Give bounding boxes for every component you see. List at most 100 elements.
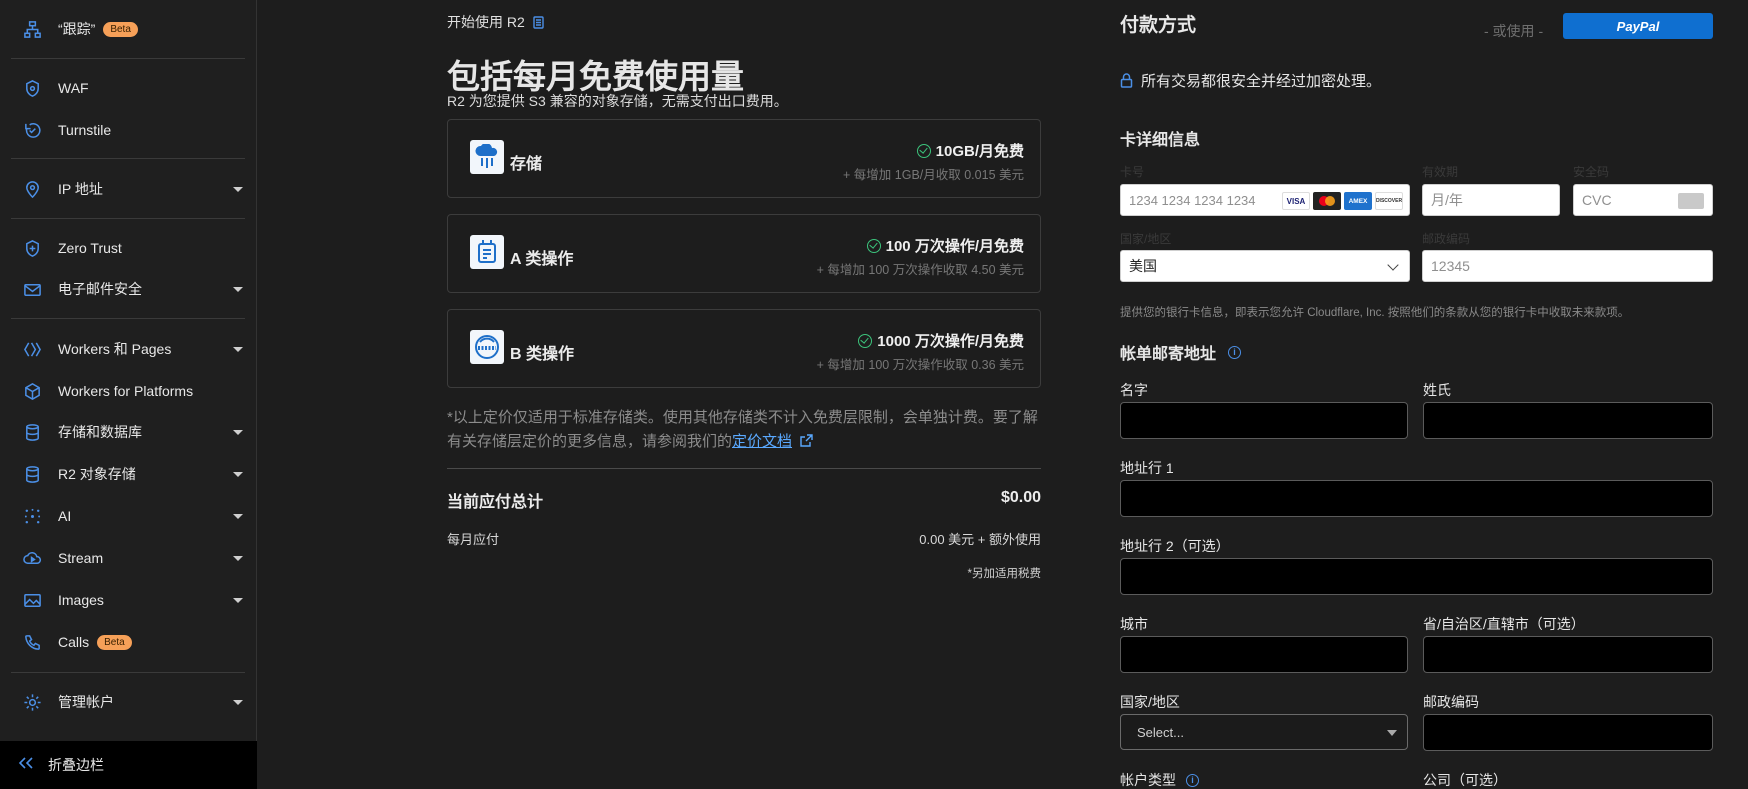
billing-country-select[interactable]: Select... [1120,714,1408,750]
sidebar-item-label: 管理帐户 [58,694,114,710]
card-number-placeholder: 1234 1234 1234 1234 [1129,192,1256,208]
collapse-sidebar-button[interactable]: 折叠边栏 [0,741,257,789]
billing-address-heading: 帐单邮寄地址 i [1120,340,1242,364]
phone-icon [22,632,42,652]
billing-country-value: Select... [1137,724,1184,740]
sidebar-item-label: Stream [58,550,104,566]
country-select[interactable]: 美国 [1120,250,1410,282]
plan-free-tier: 100 万次操作/月免费 [866,235,1024,256]
chevron-down-icon [233,598,243,603]
sidebar-item-ip-address[interactable]: IP 地址 [0,171,257,207]
first-name-input[interactable] [1120,402,1408,439]
check-circle-icon [916,143,931,158]
sidebar-divider [11,158,245,159]
sitemap-icon [22,19,42,39]
sidebar-item-ai[interactable]: AI [0,498,257,534]
database-icon [22,422,42,442]
info-icon[interactable]: i [1228,345,1242,359]
chevron-down-icon [233,287,243,292]
cvc-label: 安全码 [1573,165,1610,179]
sidebar-item-workers-pages[interactable]: Workers 和 Pages [0,331,257,367]
address2-label: 地址行 2（可选） [1120,538,1230,554]
shield-icon [22,78,42,98]
billing-postal-input[interactable] [1423,714,1713,751]
plan-free-text: 100 万次操作/月免费 [885,238,1024,255]
sidebar-divider [11,58,245,59]
card-details-heading: 卡详细信息 [1120,126,1200,150]
plan-free-text: 1000 万次操作/月免费 [877,333,1024,350]
plan-name: 存储 [510,156,543,173]
sidebar-item-turnstile[interactable]: Turnstile [0,112,257,148]
sidebar-item-stream[interactable]: Stream [0,540,257,576]
chevron-down-icon [233,556,243,561]
sidebar-item-manage-account[interactable]: 管理帐户 [0,684,257,720]
sidebar-item-images[interactable]: Images [0,582,257,618]
sidebar-item-calls[interactable]: Calls Beta [0,624,257,660]
sidebar: “跟踪” Beta WAF Turnstile IP 地址 Zero Trust… [0,0,257,789]
sidebar-item-label: R2 对象存储 [58,466,136,482]
beta-badge: Beta [97,634,132,650]
postal-label: 邮政编码 [1422,232,1471,246]
secure-text: 所有交易都很安全并经过加密处理。 [1141,73,1382,90]
paypal-button[interactable]: PayPal [1563,13,1713,39]
divider [447,468,1041,469]
sidebar-item-label: AI [58,508,72,524]
beta-badge: Beta [103,21,138,37]
payment-method-title: 付款方式 [1120,15,1197,36]
sidebar-item-r2[interactable]: R2 对象存储 [0,456,257,492]
postal-input[interactable]: 12345 [1422,250,1713,282]
country-value: 美国 [1129,258,1157,274]
amex-icon: AMEX [1344,192,1372,210]
mail-icon [22,279,42,299]
address2-input[interactable] [1120,558,1713,595]
workers-icon [22,339,42,359]
turnstile-icon [22,120,42,140]
state-label: 省/自治区/直辖市（可选） [1423,616,1585,632]
sidebar-item-zero-trust[interactable]: Zero Trust [0,230,257,266]
sidebar-item-label: Workers 和 Pages [58,341,172,357]
card-brand-logos: VISA AMEX DISCOVER [1282,192,1403,210]
cvc-placeholder: CVC [1582,192,1612,208]
image-icon [22,590,42,610]
sidebar-item-label: “跟踪” [58,21,96,37]
collapse-sidebar-label: 折叠边栏 [48,757,104,773]
tax-note: *另加适用税费 [967,568,1041,580]
double-chevron-left-icon [18,756,34,775]
total-due-label: 当前应付总计 [447,494,544,511]
address1-label: 地址行 1 [1120,460,1174,476]
sidebar-item-label: 电子邮件安全 [58,281,142,297]
cvc-input[interactable]: CVC [1573,184,1713,216]
sidebar-divider [11,672,245,673]
city-input[interactable] [1120,636,1408,673]
database-icon [22,464,42,484]
cloud-storage-icon [470,140,504,174]
plan-free-text: 10GB/月免费 [935,143,1024,160]
doc-icon [532,16,544,32]
visa-icon: VISA [1282,192,1310,210]
pricing-docs-link[interactable]: 定价文档 [732,433,792,450]
sidebar-item-label: WAF [58,80,89,96]
state-input[interactable] [1423,636,1713,673]
external-link-icon[interactable] [800,431,813,455]
card-number-input[interactable]: 1234 1234 1234 1234 VISA AMEX DISCOVER [1120,184,1410,216]
check-circle-icon [858,333,873,348]
account-type-text: 帐户类型 [1120,772,1176,788]
last-name-input[interactable] [1423,402,1713,439]
lock-icon [1120,73,1133,88]
chevron-down-icon [1387,259,1399,271]
sidebar-item-waf[interactable]: WAF [0,70,257,106]
sidebar-divider [11,318,245,319]
monthly-due-label: 每月应付 [447,532,500,547]
sidebar-item-email-security[interactable]: 电子邮件安全 [0,271,257,307]
sidebar-item-trace[interactable]: “跟踪” Beta [0,11,257,47]
billing-postal-label: 邮政编码 [1423,694,1479,710]
sidebar-item-workers-platforms[interactable]: Workers for Platforms [0,373,257,409]
address1-input[interactable] [1120,480,1713,517]
chevron-down-icon [233,430,243,435]
plan-extra-cost: + 每增加 100 万次操作收取 4.50 美元 [816,263,1024,277]
sidebar-item-storage-db[interactable]: 存储和数据库 [0,414,257,450]
discover-icon: DISCOVER [1375,192,1403,210]
expiry-input[interactable]: 月/年 [1422,184,1560,216]
server-ops-icon [470,235,504,269]
info-icon[interactable]: i [1186,773,1199,787]
